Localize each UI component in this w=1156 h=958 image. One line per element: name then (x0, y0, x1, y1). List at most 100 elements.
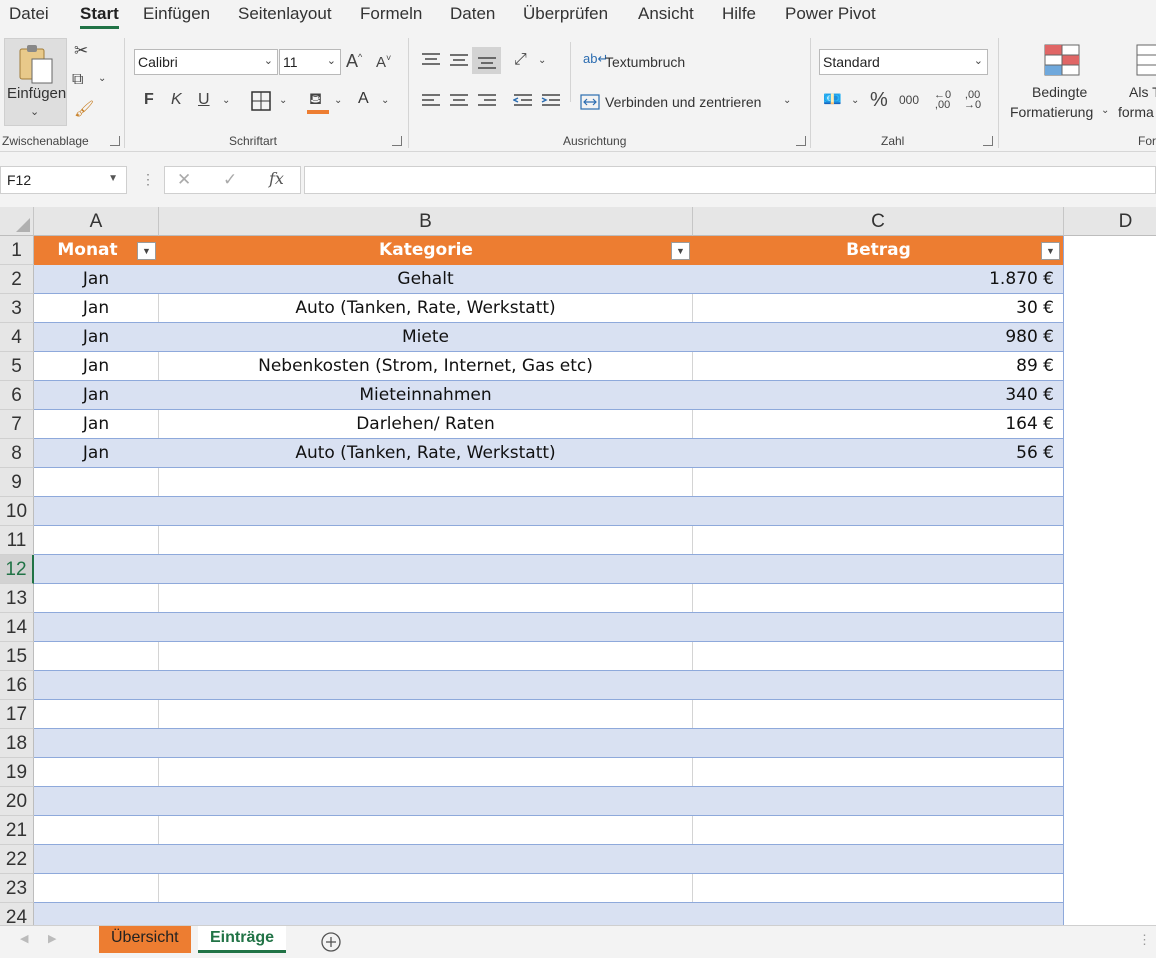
tab-ueberpruefen[interactable]: Überprüfen (523, 4, 608, 24)
confirm-icon[interactable]: ✓ (223, 171, 237, 188)
cell-monat[interactable]: Jan (34, 410, 158, 438)
row-header[interactable]: 1 (0, 236, 34, 265)
cell-monat[interactable]: Jan (34, 265, 158, 293)
column-header-c[interactable]: C (693, 207, 1064, 236)
row-header[interactable]: 9 (0, 468, 34, 497)
borders-icon[interactable] (251, 91, 271, 111)
align-center-icon[interactable] (449, 93, 469, 109)
cell-kategorie[interactable]: Mieteinnahmen (159, 381, 692, 409)
chevron-down-icon[interactable]: ⌄ (98, 74, 106, 84)
copy-icon[interactable]: ⧉ (72, 72, 83, 88)
row-header[interactable]: 17 (0, 700, 34, 729)
format-as-table-label2[interactable]: forma (1118, 104, 1154, 120)
paste-button[interactable]: Einfügen ⌄ (4, 38, 67, 126)
fill-color-icon[interactable]: ⛾ (307, 90, 329, 114)
row-header[interactable]: 11 (0, 526, 34, 555)
cell-kategorie[interactable]: Auto (Tanken, Rate, Werkstatt) (159, 439, 692, 467)
tab-hilfe[interactable]: Hilfe (722, 4, 756, 24)
tab-formeln[interactable]: Formeln (360, 4, 422, 24)
row-header[interactable]: 14 (0, 613, 34, 642)
row-header[interactable]: 6 (0, 381, 34, 410)
merge-center-button[interactable]: Verbinden und zentrieren (605, 94, 761, 110)
scroll-left-icon[interactable]: ◀ (20, 934, 28, 945)
cell-monat[interactable]: Jan (34, 352, 158, 380)
sheet-tab-eintraege[interactable]: Einträge (198, 926, 287, 953)
filter-dropdown-icon[interactable]: ▼ (671, 242, 690, 260)
percent-button[interactable]: % (870, 90, 888, 110)
cell-betrag[interactable]: 89 € (693, 352, 1054, 380)
orientation-icon[interactable]: ⤢ (514, 52, 527, 68)
add-sheet-icon[interactable] (320, 931, 342, 953)
row-header[interactable]: 15 (0, 642, 34, 671)
format-painter-icon[interactable]: 🖌 (74, 102, 94, 118)
insert-function-icon[interactable]: fx (269, 171, 284, 187)
wrap-text-button[interactable]: Textumbruch (605, 54, 685, 70)
more-options-icon[interactable]: ⋮ (1138, 933, 1151, 946)
tab-power-pivot[interactable]: Power Pivot (785, 4, 876, 24)
select-all-button[interactable] (0, 207, 34, 236)
row-header[interactable]: 8 (0, 439, 34, 468)
align-left-icon[interactable] (421, 93, 441, 109)
cell-monat[interactable]: Jan (34, 323, 158, 351)
dialog-launcher-icon[interactable] (983, 136, 993, 146)
row-header-selected[interactable]: 12 (0, 555, 34, 584)
thousands-button[interactable]: 000 (899, 94, 919, 106)
conditional-formatting-icon[interactable] (1044, 44, 1080, 76)
column-header-a[interactable]: A (34, 207, 159, 236)
align-middle-icon[interactable] (449, 52, 469, 68)
font-color-icon[interactable]: A (356, 90, 374, 114)
header-cell-betrag[interactable]: Betrag (693, 236, 1064, 265)
cell-kategorie[interactable]: Miete (159, 323, 692, 351)
row-header[interactable]: 3 (0, 294, 34, 323)
row-header[interactable]: 13 (0, 584, 34, 613)
row-header[interactable]: 19 (0, 758, 34, 787)
cell-betrag[interactable]: 1.870 € (693, 265, 1054, 293)
dialog-launcher-icon[interactable] (110, 136, 120, 146)
tab-daten[interactable]: Daten (450, 4, 495, 24)
increase-decimal-icon[interactable]: ←0,00 (934, 90, 951, 111)
tab-ansicht[interactable]: Ansicht (638, 4, 694, 24)
chevron-down-icon[interactable]: ⌄ (1101, 106, 1109, 116)
tab-datei[interactable]: Datei (9, 4, 49, 24)
chevron-down-icon[interactable]: ⌄ (222, 96, 230, 106)
merge-center-icon[interactable] (580, 94, 600, 110)
currency-icon[interactable]: 💶 (823, 92, 842, 107)
filter-dropdown-icon[interactable]: ▼ (1041, 242, 1060, 260)
chevron-down-icon[interactable]: ⌄ (538, 56, 546, 66)
column-header-b[interactable]: B (159, 207, 693, 236)
tab-start[interactable]: Start (80, 4, 119, 29)
number-format-select[interactable]: Standard ⌄ (819, 49, 988, 75)
row-header[interactable]: 4 (0, 323, 34, 352)
font-size-select[interactable]: 11 ⌄ (279, 49, 341, 75)
cell-kategorie[interactable]: Gehalt (159, 265, 692, 293)
cell-kategorie[interactable]: Darlehen/ Raten (159, 410, 692, 438)
align-top-icon[interactable] (421, 52, 441, 68)
dialog-launcher-icon[interactable] (392, 136, 402, 146)
cell-monat[interactable]: Jan (34, 294, 158, 322)
decrease-indent-icon[interactable] (513, 93, 533, 109)
scroll-right-icon[interactable]: ▶ (48, 934, 56, 945)
cell-kategorie[interactable]: Auto (Tanken, Rate, Werkstatt) (159, 294, 692, 322)
filter-dropdown-icon[interactable]: ▼ (137, 242, 156, 260)
align-right-icon[interactable] (477, 93, 497, 109)
increase-indent-icon[interactable] (541, 93, 561, 109)
cell-monat[interactable]: Jan (34, 439, 158, 467)
underline-button[interactable]: U (198, 92, 210, 108)
sheet-tab-uebersicht[interactable]: Übersicht (99, 926, 191, 953)
row-header[interactable]: 22 (0, 845, 34, 874)
row-header[interactable]: 23 (0, 874, 34, 903)
decrease-decimal-icon[interactable]: ,00 →0 (964, 90, 981, 111)
row-header[interactable]: 21 (0, 816, 34, 845)
cell-betrag[interactable]: 164 € (693, 410, 1054, 438)
row-header[interactable]: 7 (0, 410, 34, 439)
column-header-d[interactable]: D (1064, 207, 1156, 236)
chevron-down-icon[interactable]: ⌄ (381, 96, 389, 106)
chevron-down-icon[interactable]: ⌄ (783, 96, 791, 106)
header-cell-kategorie[interactable]: Kategorie (159, 236, 693, 265)
cut-icon[interactable]: ✂ (74, 42, 88, 59)
cancel-icon[interactable]: ✕ (177, 171, 191, 188)
cell-betrag[interactable]: 56 € (693, 439, 1054, 467)
format-as-table-label1[interactable]: Als T (1129, 84, 1156, 100)
row-header[interactable]: 24 (0, 903, 34, 925)
row-header[interactable]: 18 (0, 729, 34, 758)
